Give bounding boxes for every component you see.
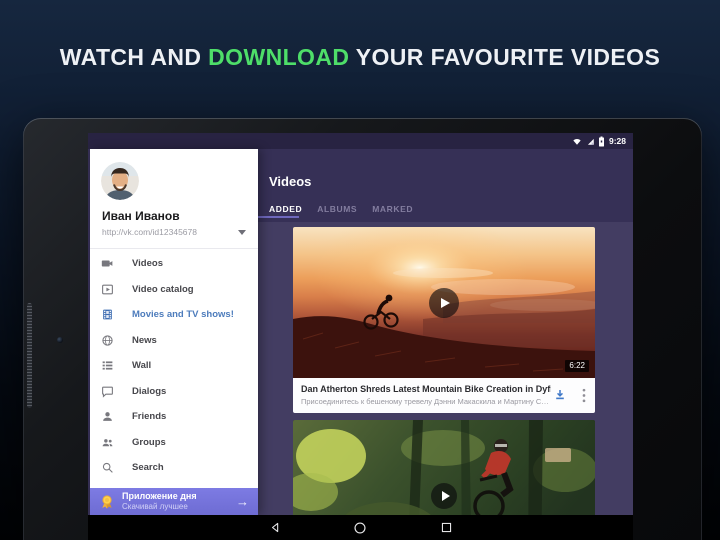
- video-info-bar: Dan Atherton Shreds Latest Mountain Bike…: [293, 378, 595, 413]
- chat-icon: [102, 386, 113, 398]
- recents-icon[interactable]: [440, 521, 453, 534]
- duration-badge: 6:22: [565, 360, 589, 372]
- profile-url: http://vk.com/id12345678: [102, 227, 197, 237]
- sidebar-item-label: Videos: [132, 258, 163, 270]
- dropdown-caret-icon[interactable]: [238, 229, 246, 235]
- sidebar-item-groups[interactable]: Groups: [90, 430, 258, 456]
- video-thumbnail-forest-ride[interactable]: [293, 420, 595, 515]
- front-camera-dot: [57, 337, 63, 343]
- video-box-icon: [102, 284, 113, 295]
- navigation-drawer: Иван Иванов http://vk.com/id12345678 Vid…: [90, 149, 258, 515]
- video-thumbnail-sunset-ride[interactable]: 6:22: [293, 227, 595, 378]
- filmstrip-icon: [103, 309, 112, 320]
- app-bar: Videos ADDED ALBUMS MARKED: [258, 149, 633, 222]
- sidebar-item-label: Dialogs: [132, 385, 167, 397]
- app-of-the-day-banner[interactable]: Приложение дня Скачивай лучшее →: [90, 488, 258, 515]
- promo-screenshot: WATCH AND DOWNLOAD YOUR FAVOURITE VIDEOS…: [0, 0, 720, 540]
- back-icon[interactable]: [269, 521, 282, 534]
- sidebar-item-label: Search: [132, 462, 164, 474]
- avatar[interactable]: [101, 162, 139, 200]
- android-nav-bar: [88, 515, 633, 540]
- person-icon: [103, 412, 112, 422]
- sidebar-item-videos[interactable]: Videos: [90, 251, 258, 277]
- active-tab-underline: [258, 216, 299, 218]
- sidebar-item-friends[interactable]: Friends: [90, 404, 258, 430]
- tablet-side-button: [27, 303, 32, 408]
- arrow-right-icon[interactable]: →: [236, 495, 249, 508]
- headline-part1: WATCH AND: [59, 44, 209, 70]
- play-button[interactable]: [429, 287, 459, 318]
- tablet-device-frame: 9:28 Videos ADDED ALBUMS MARKED 6:22 Dan…: [23, 118, 702, 540]
- video-card[interactable]: [293, 420, 595, 515]
- profile-url-row[interactable]: http://vk.com/id12345678: [102, 227, 246, 237]
- video-description: Присоединитесь к бешеному тревелу Дэнни …: [301, 397, 549, 406]
- sidebar-item-search[interactable]: Search: [90, 455, 258, 481]
- play-button[interactable]: [431, 483, 457, 509]
- sidebar-item-news[interactable]: News: [90, 328, 258, 354]
- wall-list-icon: [102, 361, 113, 370]
- sidebar-item-label: News: [132, 334, 157, 346]
- headline-part2: YOUR FAVOURITE VIDEOS: [349, 44, 661, 70]
- headline: WATCH AND DOWNLOAD YOUR FAVOURITE VIDEOS: [0, 44, 720, 71]
- clock-text: 9:28: [608, 135, 626, 146]
- tablet-screen: 9:28 Videos ADDED ALBUMS MARKED 6:22 Dan…: [88, 133, 633, 540]
- sidebar-item-label: Groups: [132, 436, 166, 448]
- people-icon: [102, 438, 113, 447]
- page-title: Videos: [269, 174, 312, 189]
- sidebar-item-movies-tv[interactable]: Movies and TV shows!: [90, 302, 258, 328]
- sidebar-item-dialogs[interactable]: Dialogs: [90, 379, 258, 405]
- video-card[interactable]: 6:22 Dan Atherton Shreds Latest Mountain…: [293, 227, 595, 413]
- tab-marked[interactable]: MARKED: [372, 204, 413, 214]
- user-photo: [101, 162, 139, 200]
- sidebar-item-label: Friends: [132, 411, 167, 423]
- search-icon: [102, 463, 113, 474]
- banner-texts: Приложение дня Скачивай лучшее: [122, 492, 229, 511]
- sidebar-item-label: Wall: [132, 360, 152, 372]
- video-list: 6:22 Dan Atherton Shreds Latest Mountain…: [258, 222, 633, 515]
- tab-bar: ADDED ALBUMS MARKED: [269, 204, 413, 214]
- cellular-icon: [587, 138, 594, 145]
- more-icon[interactable]: [582, 388, 586, 403]
- sidebar-item-video-catalog[interactable]: Video catalog: [90, 277, 258, 303]
- banner-title: Приложение дня: [122, 491, 197, 501]
- sidebar-item-label: Movies and TV shows!: [132, 309, 234, 321]
- tab-added[interactable]: ADDED: [269, 204, 302, 214]
- divider: [90, 248, 258, 249]
- sidebar-item-label: Video catalog: [132, 283, 194, 295]
- sidebar-item-wall[interactable]: Wall: [90, 353, 258, 379]
- globe-icon: [102, 335, 113, 346]
- home-icon[interactable]: [353, 521, 367, 535]
- download-icon[interactable]: [553, 388, 567, 402]
- profile-name: Иван Иванов: [102, 209, 180, 223]
- banner-subtitle: Скачивай лучшее: [122, 502, 188, 511]
- wifi-icon: [573, 139, 581, 145]
- medal-icon: [102, 494, 112, 509]
- video-title: Dan Atherton Shreds Latest Mountain Bike…: [301, 384, 551, 394]
- headline-highlight: DOWNLOAD: [208, 44, 350, 70]
- status-bar: 9:28: [88, 133, 633, 149]
- videocam-icon: [101, 260, 113, 267]
- tab-albums[interactable]: ALBUMS: [317, 204, 357, 214]
- battery-icon: [598, 136, 604, 146]
- drawer-menu: Videos Video catalog Movies and TV shows…: [90, 251, 258, 481]
